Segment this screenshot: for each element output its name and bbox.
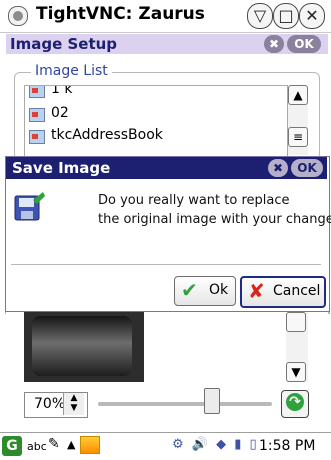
scroll-up-button[interactable]: ▲ — [288, 85, 308, 105]
list-item-label: 02 — [51, 105, 69, 121]
scroll-thumb[interactable] — [286, 312, 306, 332]
dialog-ok-pill-button[interactable]: OK — [291, 159, 323, 177]
dialog-cancel-label: Cancel — [273, 283, 321, 299]
image-setup-title: Image Setup — [10, 35, 118, 53]
floppy-disk-icon — [14, 192, 45, 221]
dialog-close-button[interactable]: ✖ — [268, 159, 288, 177]
input-mode-indicator[interactable]: abc — [27, 440, 47, 453]
dialog-message-line-1: Do you really want to replace — [98, 193, 290, 208]
dialog-message-line-2: the original image with your change: — [98, 212, 331, 227]
zoom-spin-buttons[interactable]: ▲ ▼ — [63, 393, 84, 415]
image-setup-ok-button[interactable]: OK — [287, 35, 321, 53]
image-document-icon — [29, 130, 45, 144]
scroll-down-button[interactable]: ▼ — [286, 362, 306, 382]
list-item[interactable]: 1 k — [27, 85, 285, 100]
pen-icon[interactable]: ✎ — [48, 436, 60, 452]
zoom-slider[interactable] — [98, 402, 272, 406]
preview-scrollbar[interactable]: ▼ — [286, 312, 308, 382]
app-menu-icon[interactable] — [8, 6, 28, 26]
up-arrow-icon[interactable]: ▲ — [67, 438, 75, 451]
window-list-icon[interactable] — [80, 436, 100, 454]
list-item[interactable]: tkcAddressBook — [27, 126, 285, 146]
spin-up-button[interactable]: ▲ — [64, 393, 84, 403]
rotate-arrow-icon: ↷ — [286, 393, 304, 411]
apply-button[interactable]: ↷ — [281, 390, 309, 418]
close-window-button[interactable]: ✕ — [299, 3, 325, 29]
zoom-value: 70% — [34, 396, 66, 412]
system-tray-icons[interactable]: ⚙ 🔊 ◆ ▮ ▯ — [172, 437, 259, 452]
start-button[interactable]: G — [2, 436, 22, 456]
menu-down-button[interactable]: ▽ — [247, 3, 273, 29]
image-document-icon — [29, 108, 45, 122]
dialog-cancel-button[interactable]: ✘ Cancel — [240, 276, 326, 308]
image-list[interactable]: 1 k 02 tkcAddressBook — [24, 85, 288, 157]
image-setup-close-button[interactable]: ✖ — [264, 35, 284, 53]
dialog-title: Save Image — [12, 159, 111, 177]
image-list-scrollbar[interactable]: ▲ ≡ — [288, 85, 308, 155]
cross-icon: ✘ — [248, 279, 265, 303]
list-item-label: tkcAddressBook — [51, 127, 163, 143]
dialog-divider — [11, 264, 321, 265]
zoom-slider-handle[interactable] — [204, 388, 220, 414]
maximize-button[interactable]: □ — [273, 3, 299, 29]
list-item-label: 1 k — [51, 85, 73, 97]
image-document-icon — [29, 86, 45, 98]
window-title: TightVNC: Zaurus — [36, 4, 205, 24]
dialog-ok-button[interactable]: ✔ Ok — [174, 276, 236, 306]
image-list-label: Image List — [31, 63, 112, 79]
preview-image — [32, 316, 132, 376]
spin-down-button[interactable]: ▼ — [64, 403, 84, 413]
scroll-thumb[interactable]: ≡ — [288, 127, 308, 147]
list-item[interactable]: 02 — [27, 104, 285, 124]
dialog-ok-label: Ok — [209, 282, 229, 298]
clock[interactable]: 1:58 PM — [259, 438, 315, 454]
check-icon: ✔ — [181, 278, 198, 302]
image-preview — [24, 312, 144, 382]
